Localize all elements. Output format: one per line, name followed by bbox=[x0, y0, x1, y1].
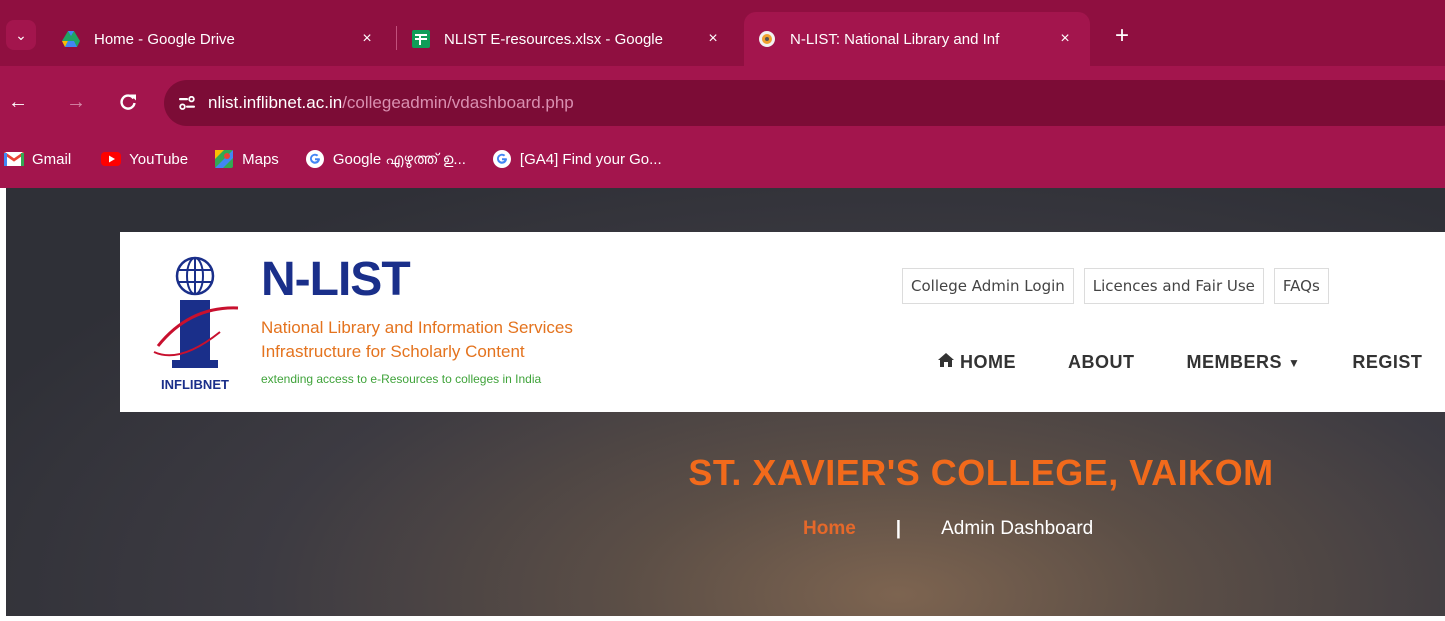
reload-icon[interactable] bbox=[114, 88, 142, 116]
college-name-heading: ST. XAVIER'S COLLEGE, VAIKOM bbox=[688, 452, 1274, 493]
home-icon bbox=[938, 353, 954, 372]
forward-arrow-icon[interactable]: → bbox=[62, 88, 90, 116]
page-bottom-edge bbox=[0, 616, 1445, 621]
breadcrumb-current: Admin Dashboard bbox=[941, 518, 1094, 539]
nav-home-label: HOME bbox=[960, 352, 1016, 372]
bookmark-label: Google എഴുത്ത് ഉ... bbox=[332, 150, 466, 168]
tab-label: N-LIST: National Library and Inf bbox=[790, 30, 1000, 48]
nav-members-label: MEMBERS bbox=[1186, 352, 1283, 372]
tab-divider bbox=[396, 26, 397, 50]
gmail-icon bbox=[4, 149, 24, 169]
college-admin-login-link[interactable]: College Admin Login bbox=[902, 268, 1074, 304]
bookmark-maps[interactable]: Maps bbox=[214, 149, 279, 169]
browser-chrome: ⌄ Home - Google Drive × NLIST E-resource… bbox=[0, 0, 1445, 188]
logo-subtitle-line1: National Library and Information Service… bbox=[261, 318, 573, 337]
bookmark-label: [GA4] Find your Go... bbox=[519, 150, 662, 168]
bookmark-google-ezhuthu[interactable]: Google എഴുത്ത് ഉ... bbox=[305, 149, 466, 169]
google-icon bbox=[492, 149, 512, 169]
nav-about-label: ABOUT bbox=[1068, 352, 1135, 372]
url-path: /collegeadmin/vdashboard.php bbox=[342, 93, 574, 112]
bookmark-label: YouTube bbox=[129, 150, 189, 168]
google-drive-icon bbox=[62, 30, 80, 48]
inflibnet-logo-icon[interactable]: INFLIBNET bbox=[150, 256, 240, 396]
tab-nlist-active[interactable]: N-LIST: National Library and Inf × bbox=[744, 12, 1090, 66]
site-header: INFLIBNET N-LIST National Library and In… bbox=[120, 232, 1445, 412]
bookmark-label: Gmail bbox=[32, 150, 72, 168]
breadcrumb-home-link[interactable]: Home bbox=[803, 518, 856, 540]
nav-register-label: REGIST bbox=[1352, 352, 1423, 372]
google-icon bbox=[305, 149, 325, 169]
bookmarks-bar: Gmail YouTube Maps Google എഴുത്ത് ഉ... [… bbox=[0, 142, 1445, 176]
site-logo-title[interactable]: N-LIST bbox=[261, 252, 411, 307]
tab-label: NLIST E-resources.xlsx - Google bbox=[444, 30, 663, 48]
licences-fair-use-link[interactable]: Licences and Fair Use bbox=[1083, 268, 1264, 304]
tab-nlist-sheet[interactable]: NLIST E-resources.xlsx - Google × bbox=[398, 12, 738, 66]
url-host: nlist.inflibnet.ac.in bbox=[208, 93, 343, 112]
tab-strip: ⌄ Home - Google Drive × NLIST E-resource… bbox=[0, 0, 1445, 66]
close-icon[interactable]: × bbox=[702, 30, 724, 48]
nav-members[interactable]: MEMBERS ▼ bbox=[1187, 352, 1301, 373]
logo-tagline: extending access to e-Resources to colle… bbox=[261, 372, 542, 386]
maps-icon bbox=[214, 149, 234, 169]
tab-label: Home - Google Drive bbox=[94, 30, 235, 48]
site-settings-icon[interactable] bbox=[176, 92, 198, 114]
back-arrow-icon[interactable]: ← bbox=[4, 88, 32, 116]
main-nav: HOME ABOUT MEMBERS ▼ REGIST bbox=[938, 352, 1445, 373]
nlist-favicon-icon bbox=[758, 30, 776, 48]
tab-google-drive[interactable]: Home - Google Drive × bbox=[48, 12, 392, 66]
tab-search-dropdown-icon[interactable]: ⌄ bbox=[6, 20, 36, 50]
top-links: College Admin Login Licences and Fair Us… bbox=[902, 268, 1339, 304]
url-text[interactable]: nlist.inflibnet.ac.in/collegeadmin/vdash… bbox=[208, 93, 574, 113]
youtube-icon bbox=[101, 149, 122, 169]
new-tab-icon[interactable]: + bbox=[1108, 22, 1136, 50]
google-sheets-icon bbox=[412, 30, 430, 48]
bookmark-ga4[interactable]: [GA4] Find your Go... bbox=[492, 149, 662, 169]
nav-about[interactable]: ABOUT bbox=[1068, 352, 1135, 373]
breadcrumb-separator: | bbox=[895, 518, 902, 539]
logo-org-text: INFLIBNET bbox=[161, 377, 229, 392]
close-icon[interactable]: × bbox=[356, 30, 378, 48]
breadcrumb: Home | Admin Dashboard bbox=[803, 518, 1093, 540]
faqs-link[interactable]: FAQs bbox=[1273, 268, 1329, 304]
bookmark-label: Maps bbox=[242, 150, 279, 168]
logo-subtitle-line2: Infrastructure for Scholarly Content bbox=[261, 342, 525, 361]
address-bar[interactable]: nlist.inflibnet.ac.in/collegeadmin/vdash… bbox=[164, 80, 1445, 126]
caret-down-icon: ▼ bbox=[1288, 355, 1301, 370]
nav-home[interactable]: HOME bbox=[938, 352, 1016, 373]
bookmark-youtube[interactable]: YouTube bbox=[101, 149, 188, 169]
nav-register[interactable]: REGIST bbox=[1352, 352, 1422, 373]
close-icon[interactable]: × bbox=[1054, 30, 1076, 48]
bookmark-gmail[interactable]: Gmail bbox=[4, 149, 71, 169]
